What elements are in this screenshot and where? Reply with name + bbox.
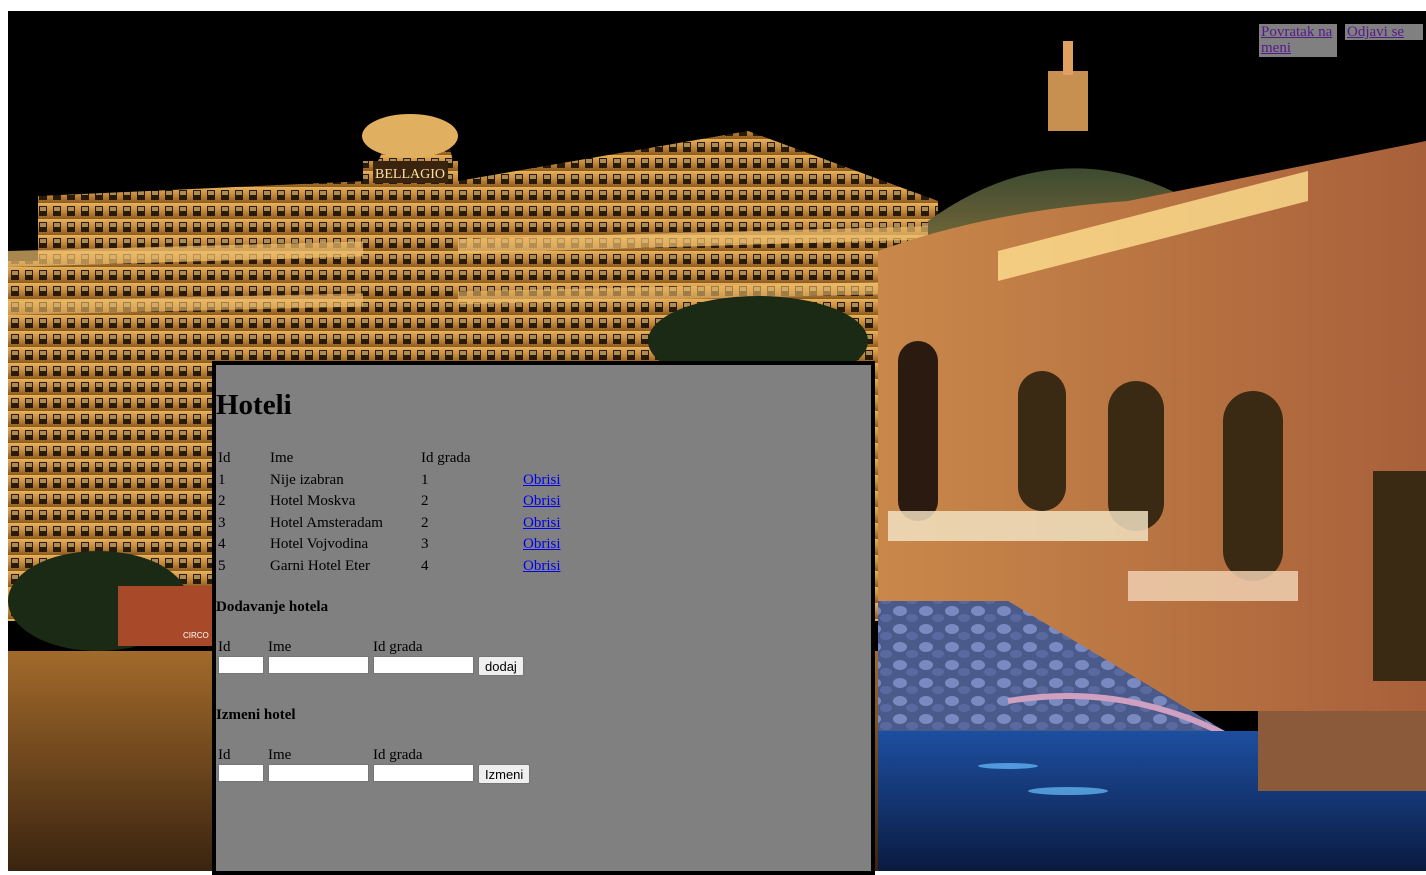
add-ime-input[interactable] (268, 656, 369, 674)
add-hotel-form: Id Ime Id grada dodaj (218, 638, 524, 676)
header-id-grada: Id grada (421, 450, 471, 467)
table-row: 3 Hotel Amsteradam 2 Obrisi (216, 513, 563, 535)
header-action (521, 448, 563, 470)
cell-id: 3 (218, 514, 226, 531)
edit-id-grada-input[interactable] (373, 764, 474, 782)
add-id-grada-input[interactable] (373, 656, 474, 674)
delete-link[interactable]: Obrisi (523, 536, 561, 552)
cell-ime: Hotel Vojvodina (270, 536, 369, 553)
cell-ime: Garni Hotel Eter (270, 557, 370, 574)
delete-link[interactable]: Obrisi (523, 558, 561, 574)
edit-id-grada-field: Id grada (373, 746, 474, 782)
edit-hotel-heading: Izmeni hotel (216, 707, 296, 723)
cell-id-grada: 1 (421, 471, 429, 488)
add-id-input[interactable] (218, 656, 264, 674)
add-hotel-heading: Dodavanje hotela (216, 599, 329, 615)
cell-ime: Hotel Amsteradam (270, 514, 383, 531)
cell-ime: Nije izabran (270, 471, 344, 488)
delete-link[interactable]: Obrisi (523, 493, 561, 509)
add-id-field: Id (218, 638, 264, 674)
table-row: 4 Hotel Vojvodina 3 Obrisi (216, 534, 563, 556)
edit-ime-label: Ime (268, 747, 292, 763)
page-title: Hoteli (216, 389, 292, 421)
cell-id: 5 (218, 557, 226, 574)
add-id-label: Id (218, 639, 231, 655)
edit-id-grada-label: Id grada (373, 747, 423, 763)
add-id-grada-label: Id grada (373, 639, 423, 655)
add-hotel-button[interactable]: dodaj (478, 656, 524, 676)
table-row: 2 Hotel Moskva 2 Obrisi (216, 491, 563, 513)
delete-link[interactable]: Obrisi (523, 515, 561, 531)
add-ime-field: Ime (268, 638, 369, 674)
edit-id-input[interactable] (218, 764, 264, 782)
table-row: 1 Nije izabran 1 Obrisi (216, 470, 563, 492)
edit-ime-field: Ime (268, 746, 369, 782)
edit-id-label: Id (218, 747, 231, 763)
cell-id-grada: 4 (421, 557, 429, 574)
cell-id-grada: 2 (421, 493, 429, 510)
cell-id: 4 (218, 536, 226, 553)
cell-ime: Hotel Moskva (270, 493, 356, 510)
back-to-menu-link[interactable]: Povratak na meni (1259, 24, 1337, 57)
edit-hotel-button[interactable]: Izmeni (478, 764, 531, 784)
table-header-row: Id Ime Id grada (216, 448, 563, 470)
hotels-panel: Hoteli Id Ime Id grada 1 Nije izabran 1 … (212, 361, 875, 875)
add-id-grada-field: Id grada (373, 638, 474, 674)
cell-id-grada: 2 (421, 514, 429, 531)
delete-link[interactable]: Obrisi (523, 472, 561, 488)
cell-id: 2 (218, 493, 226, 510)
top-navigation: Povratak na meni Odjavi se (1259, 24, 1423, 57)
hotels-table: Id Ime Id grada 1 Nije izabran 1 Obrisi … (216, 448, 563, 577)
logout-link[interactable]: Odjavi se (1345, 24, 1423, 40)
header-id: Id (218, 450, 231, 467)
add-ime-label: Ime (268, 639, 292, 655)
table-row: 5 Garni Hotel Eter 4 Obrisi (216, 556, 563, 578)
circo-sign: CIRCO (183, 631, 209, 640)
edit-hotel-form: Id Ime Id grada Izmeni (218, 746, 531, 784)
bellagio-sign: BELLAGIO (375, 167, 445, 182)
cell-id: 1 (218, 471, 226, 488)
edit-ime-input[interactable] (268, 764, 369, 782)
edit-id-field: Id (218, 746, 264, 782)
header-ime: Ime (270, 450, 294, 467)
cell-id-grada: 3 (421, 536, 429, 553)
